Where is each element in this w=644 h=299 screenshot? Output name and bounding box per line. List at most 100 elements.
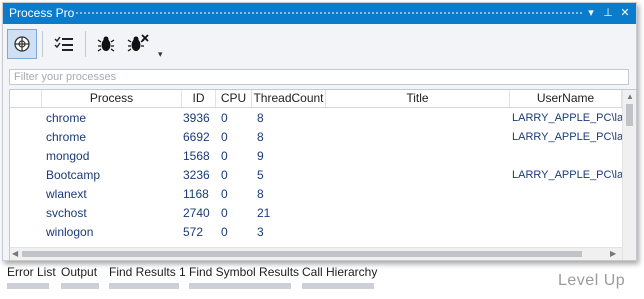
- tab-label: Find Results 1: [109, 265, 186, 279]
- cpu-cell: 0: [221, 130, 228, 144]
- scroll-up-icon[interactable]: ▲: [626, 92, 634, 101]
- tab-find-symbol-results[interactable]: Find Symbol Results: [189, 263, 299, 293]
- title-cell: [330, 109, 505, 128]
- scan-button[interactable]: [7, 29, 37, 59]
- process-name-cell: Bootcamp: [46, 168, 101, 182]
- column-header-title[interactable]: Title: [326, 90, 510, 107]
- scroll-left-icon[interactable]: ◀: [12, 249, 18, 258]
- cpu-cell: 0: [221, 168, 228, 182]
- tab-label: Error List: [7, 265, 56, 279]
- list-check-button[interactable]: [49, 29, 79, 59]
- tab-indicator: [302, 283, 374, 289]
- bottom-tool-tabs: Error List Output Find Results 1 Find Sy…: [0, 263, 400, 293]
- tab-label: Call Hierarchy: [302, 265, 378, 279]
- process-name-cell: mongod: [46, 149, 90, 163]
- username-cell: [512, 185, 622, 204]
- process-name-cell: wlanext: [46, 187, 87, 201]
- id-cell: 6692: [183, 130, 210, 144]
- tab-label: Output: [61, 265, 98, 279]
- tab-find-results-1[interactable]: Find Results 1: [109, 263, 186, 293]
- bug-button[interactable]: [91, 29, 121, 59]
- cpu-cell: 0: [221, 187, 228, 201]
- toolbar: ▾: [3, 25, 636, 65]
- title-cell: [330, 223, 505, 242]
- id-cell: 1168: [183, 187, 209, 201]
- process-grid: Process ID CPU ThreadCount Title UserNam…: [9, 89, 637, 261]
- tab-label: Find Symbol Results: [189, 265, 300, 279]
- table-row[interactable]: svchost 2740 0 21: [10, 204, 622, 223]
- row-header-corner: [10, 90, 42, 107]
- process-pro-window: Process Pro ▾ ⊥ ✕ ▾ Filter your processe…: [2, 2, 637, 261]
- table-row[interactable]: winlogon 572 0 3: [10, 223, 622, 242]
- process-name-cell: chrome: [46, 111, 87, 125]
- threadcount-cell: 8: [257, 187, 264, 201]
- title-cell: [330, 147, 505, 166]
- username-cell: [512, 223, 622, 242]
- column-header-cpu[interactable]: CPU: [216, 90, 252, 107]
- tab-indicator: [109, 283, 179, 289]
- threadcount-cell: 8: [257, 111, 264, 125]
- table-row[interactable]: chrome 6692 0 8 LARRY_APPLE_PC\larr: [10, 128, 622, 147]
- threadcount-cell: 8: [257, 130, 264, 144]
- username-cell: [512, 147, 622, 166]
- column-header-process[interactable]: Process: [42, 90, 182, 107]
- id-cell: 1568: [183, 149, 210, 163]
- threadcount-cell: 21: [257, 206, 271, 220]
- process-name-cell: svchost: [46, 206, 87, 220]
- title-cell: [330, 204, 505, 223]
- vertical-scrollbar[interactable]: ▲: [622, 90, 636, 260]
- title-cell: [330, 128, 505, 147]
- username-cell: LARRY_APPLE_PC\larr: [512, 131, 622, 143]
- threadcount-cell: 3: [257, 225, 264, 239]
- username-cell: [512, 204, 622, 223]
- window-title: Process Pro: [9, 6, 75, 20]
- scan-icon: [14, 36, 30, 52]
- threadcount-cell: 5: [257, 168, 264, 182]
- id-cell: 2740: [183, 206, 210, 220]
- toolbar-separator: [85, 31, 86, 57]
- filter-input[interactable]: [9, 69, 629, 85]
- close-icon[interactable]: ✕: [617, 5, 633, 21]
- process-name-cell: winlogon: [46, 225, 94, 239]
- tab-error-list[interactable]: Error List: [7, 263, 56, 293]
- threadcount-cell: 9: [257, 149, 264, 163]
- table-row[interactable]: chrome 3936 0 8 LARRY_APPLE_PC\larr: [10, 109, 622, 128]
- tab-indicator: [61, 283, 99, 289]
- toolbar-separator: [42, 31, 43, 57]
- pin-icon[interactable]: ⊥: [600, 5, 616, 21]
- cpu-cell: 0: [221, 206, 228, 220]
- vertical-scroll-thumb[interactable]: [626, 104, 633, 126]
- username-cell: LARRY_APPLE_PC\larr: [512, 169, 622, 181]
- bug-cross-icon: [127, 34, 149, 52]
- window-menu-dropdown-icon[interactable]: ▾: [583, 5, 599, 21]
- username-cell: LARRY_APPLE_PC\larr: [512, 112, 622, 124]
- title-cell: [330, 185, 505, 204]
- column-header-threadcount[interactable]: ThreadCount: [252, 90, 326, 107]
- column-header-username[interactable]: UserName: [510, 90, 622, 107]
- horizontal-scrollbar[interactable]: ◀ ▶: [10, 247, 622, 260]
- grid-header: Process ID CPU ThreadCount Title UserNam…: [10, 90, 636, 108]
- bug-icon: [97, 36, 115, 52]
- watermark: Level Up: [558, 272, 626, 289]
- cpu-cell: 0: [221, 111, 228, 125]
- id-cell: 572: [183, 225, 204, 239]
- drag-grip[interactable]: [75, 11, 584, 16]
- scroll-right-icon[interactable]: ▶: [610, 249, 616, 258]
- id-cell: 3936: [183, 111, 210, 125]
- table-row[interactable]: wlanext 1168 0 8: [10, 185, 622, 204]
- toolbar-overflow-icon[interactable]: ▾: [158, 49, 163, 60]
- column-header-id[interactable]: ID: [182, 90, 216, 107]
- cpu-cell: 0: [221, 225, 228, 239]
- tab-call-hierarchy[interactable]: Call Hierarchy: [302, 263, 378, 293]
- cpu-cell: 0: [221, 149, 228, 163]
- process-name-cell: chrome: [46, 130, 87, 144]
- horizontal-scroll-thumb[interactable]: [22, 251, 582, 257]
- list-check-icon: [54, 36, 73, 51]
- tab-output[interactable]: Output: [61, 263, 99, 293]
- bug-cross-button[interactable]: [123, 29, 153, 59]
- window-title-bar[interactable]: Process Pro ▾ ⊥ ✕: [3, 3, 636, 24]
- table-row[interactable]: Bootcamp 3236 0 5 LARRY_APPLE_PC\larr: [10, 166, 622, 185]
- title-cell: [330, 166, 505, 185]
- table-row[interactable]: mongod 1568 0 9: [10, 147, 622, 166]
- id-cell: 3236: [183, 168, 210, 182]
